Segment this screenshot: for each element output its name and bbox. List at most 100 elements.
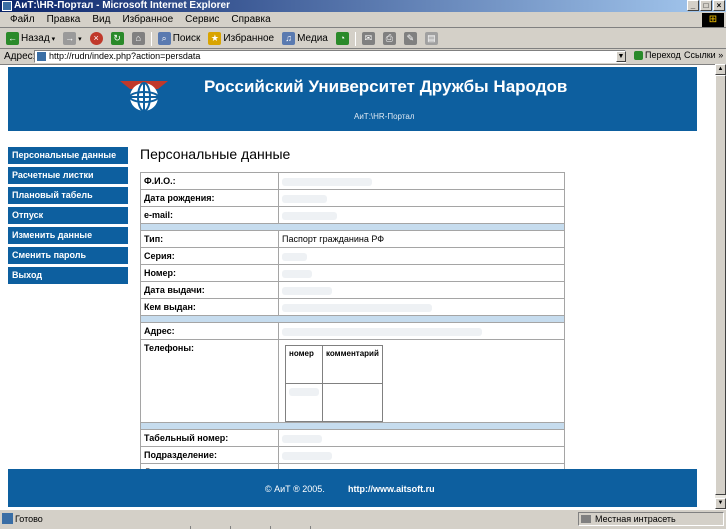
search-icon: ⌕: [157, 32, 171, 45]
field-value: [278, 298, 565, 316]
menu-help[interactable]: Справка: [225, 14, 276, 25]
links-label: Ссылки: [684, 50, 716, 60]
table-row: Табельный номер:: [140, 429, 565, 447]
page-viewport[interactable]: Российский Университет Дружбы Народов Аи…: [0, 64, 715, 509]
vertical-scrollbar[interactable]: ▲ ▼: [715, 64, 726, 509]
zone-label: Местная интрасеть: [595, 514, 676, 524]
sidebar-item-change-password[interactable]: Сменить пароль: [8, 247, 128, 264]
field-value: [278, 247, 565, 265]
field-value: [278, 281, 565, 299]
go-button[interactable]: Переход: [634, 50, 681, 60]
forward-arrow-icon: →: [63, 32, 77, 45]
address-input[interactable]: http://rudn/index.php?action=persdata: [34, 50, 626, 63]
redacted-value: [282, 451, 332, 460]
maximize-button[interactable]: □: [700, 0, 712, 11]
field-value: [278, 206, 565, 224]
toolbar-separator: [354, 31, 356, 46]
back-label: Назад: [21, 33, 50, 44]
personal-data-table: Ф.И.О.: Дата рождения: e-mail: Тип: Паспо…: [140, 172, 565, 481]
page-icon: [37, 52, 46, 61]
field-label: Телефоны:: [140, 339, 279, 423]
page-done-icon: [2, 513, 13, 524]
back-arrow-icon: ←: [6, 32, 19, 45]
field-value: номер комментарий: [278, 339, 565, 423]
discuss-button[interactable]: ▤: [423, 32, 440, 45]
field-label: Табельный номер:: [140, 429, 279, 447]
status-text: Готово: [15, 514, 43, 524]
footer-copyright: © АиТ ® 2005.: [265, 484, 325, 494]
chevron-down-icon[interactable]: ▾: [52, 35, 56, 43]
refresh-button[interactable]: ↻: [109, 32, 126, 45]
page-title: Персональные данные: [140, 146, 291, 162]
chevron-down-icon[interactable]: ▾: [78, 35, 82, 43]
menu-file[interactable]: Файл: [4, 14, 41, 25]
table-row: Телефоны: номер комментарий: [140, 339, 565, 423]
history-icon: ◔: [335, 32, 349, 45]
window-title-bar: АиТ:\HR-Портал - Microsoft Internet Expl…: [0, 0, 726, 12]
table-row: Номер:: [140, 264, 565, 282]
close-button[interactable]: ×: [713, 0, 725, 11]
menu-bar: Файл Правка Вид Избранное Сервис Справка: [0, 12, 726, 28]
home-button[interactable]: ⌂: [130, 32, 147, 45]
mail-button[interactable]: ✉: [360, 32, 377, 45]
field-label: Дата рождения:: [140, 189, 279, 207]
menu-view[interactable]: Вид: [86, 14, 116, 25]
back-button[interactable]: ← Назад ▾: [4, 32, 57, 45]
stop-icon: ×: [89, 32, 103, 45]
edit-icon: ✎: [403, 32, 417, 45]
redacted-value: [282, 434, 322, 443]
history-button[interactable]: ◔: [334, 32, 351, 45]
search-label: Поиск: [172, 33, 201, 44]
field-value: [278, 446, 565, 464]
print-button[interactable]: ⎙: [381, 32, 398, 45]
sidebar-item-logout[interactable]: Выход: [8, 267, 128, 284]
edit-button[interactable]: ✎: [402, 32, 419, 45]
sidebar-item-payslips[interactable]: Расчетные листки: [8, 167, 128, 184]
field-value: [278, 264, 565, 282]
scroll-thumb[interactable]: [715, 75, 726, 495]
stop-button[interactable]: ×: [88, 32, 105, 45]
phones-table: номер комментарий: [285, 345, 383, 422]
menu-tools[interactable]: Сервис: [179, 14, 225, 25]
field-value: [278, 429, 565, 447]
table-row: Серия:: [140, 247, 565, 265]
field-label: Номер:: [140, 264, 279, 282]
minimize-button[interactable]: _: [687, 0, 699, 11]
address-bar: Адрес: http://rudn/index.php?action=pers…: [0, 49, 726, 64]
address-dropdown-button[interactable]: ▼: [616, 51, 626, 62]
address-label: Адрес:: [4, 51, 36, 62]
table-row: e-mail:: [140, 206, 565, 224]
go-label: Переход: [645, 50, 681, 60]
windows-logo-icon: ⊞: [702, 13, 724, 27]
footer-link[interactable]: http://www.aitsoft.ru: [348, 484, 435, 494]
redacted-value: [282, 269, 312, 278]
sidebar-item-personal-data[interactable]: Персональные данные: [8, 147, 128, 164]
search-button[interactable]: ⌕ Поиск: [156, 32, 203, 45]
intranet-icon: [581, 515, 591, 523]
home-icon: ⌂: [131, 32, 145, 45]
site-title: Российский Университет Дружбы Народов: [204, 77, 568, 96]
forward-button[interactable]: → ▾: [61, 32, 84, 45]
media-label: Медиа: [297, 33, 328, 44]
print-icon: ⎙: [382, 32, 396, 45]
scroll-down-button[interactable]: ▼: [715, 498, 726, 509]
sidebar-nav: Персональные данные Расчетные листки Пла…: [8, 147, 128, 287]
redacted-value: [282, 303, 432, 312]
toolbar: ← Назад ▾ → ▾ × ↻ ⌂ ⌕ Поиск ★ Избранное …: [0, 29, 726, 49]
scroll-up-button[interactable]: ▲: [715, 64, 726, 75]
table-separator: [140, 422, 565, 430]
sidebar-item-vacation[interactable]: Отпуск: [8, 207, 128, 224]
go-arrow-icon: [634, 50, 643, 60]
sidebar-item-edit-data[interactable]: Изменить данные: [8, 227, 128, 244]
table-row: Подразделение:: [140, 446, 565, 464]
favorites-button[interactable]: ★ Избранное: [206, 32, 276, 45]
table-row: Дата выдачи:: [140, 281, 565, 299]
field-value: [278, 189, 565, 207]
table-row: Тип: Паспорт гражданина РФ: [140, 230, 565, 248]
links-button[interactable]: Ссылки »: [684, 50, 723, 60]
sidebar-item-timesheet[interactable]: Плановый табель: [8, 187, 128, 204]
media-button[interactable]: ♫ Медиа: [280, 32, 330, 45]
menu-edit[interactable]: Правка: [41, 14, 87, 25]
ie-app-icon: [2, 1, 12, 11]
menu-favorites[interactable]: Избранное: [116, 14, 179, 25]
